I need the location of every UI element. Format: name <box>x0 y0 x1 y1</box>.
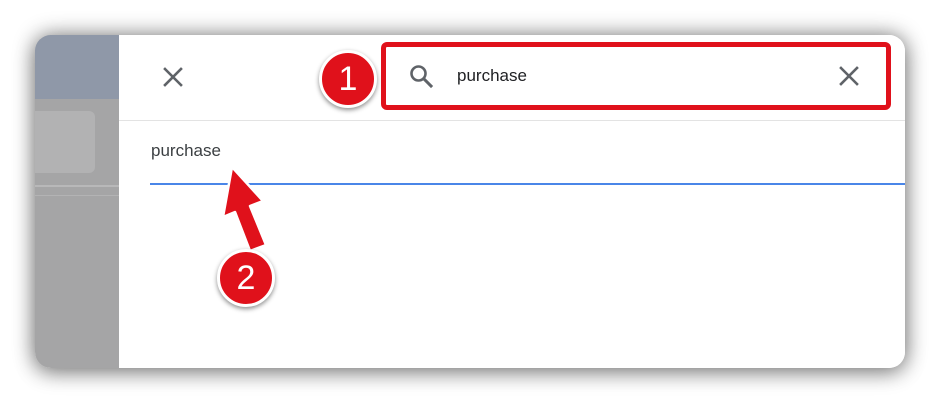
background-page <box>35 35 119 368</box>
background-divider <box>35 185 119 187</box>
screenshot-frame: purchase 1 2 <box>35 35 905 368</box>
background-divider <box>35 195 119 196</box>
background-header <box>35 35 119 99</box>
search-panel: purchase 1 2 <box>119 35 905 368</box>
search-result-item[interactable]: purchase <box>151 141 221 161</box>
background-card <box>35 111 95 173</box>
annotation-callout-2: 2 <box>217 249 275 307</box>
annotation-highlight-box <box>381 42 891 110</box>
search-panel-header <box>119 35 905 121</box>
close-icon <box>163 67 183 87</box>
annotation-callout-1: 1 <box>319 50 377 108</box>
search-result-underline <box>150 183 905 185</box>
close-button[interactable] <box>159 63 187 91</box>
